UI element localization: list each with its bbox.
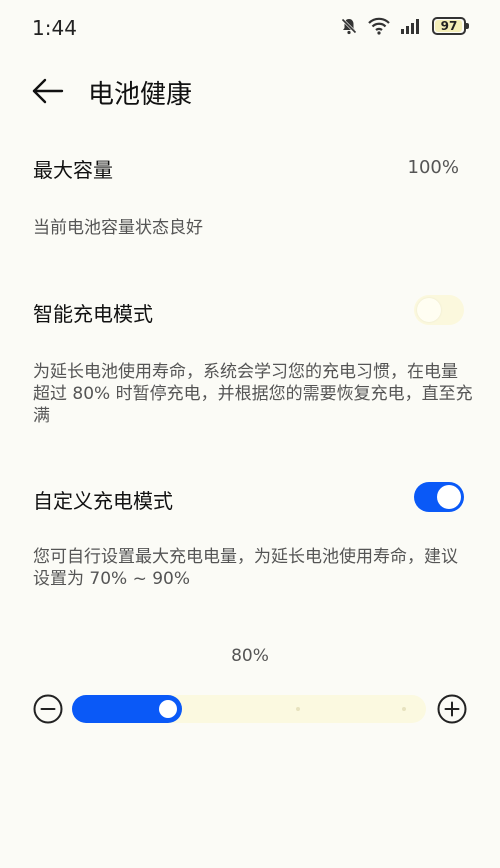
signal-icon (400, 18, 422, 34)
toggle-knob (437, 485, 461, 509)
increase-button[interactable] (436, 693, 468, 725)
custom-charging-toggle[interactable] (414, 482, 464, 512)
slider-step-dot (402, 707, 407, 711)
status-bar: 1:44 97 (0, 0, 500, 56)
status-time: 1:44 (32, 16, 77, 40)
capacity-title: 最大容量 (33, 158, 113, 182)
smart-charging-description: 为延长电池使用寿命，系统会学习您的充电习惯，在电量超过 80% 时暂停充电，并根… (33, 362, 473, 426)
toggle-knob (417, 298, 441, 322)
slider-thumb[interactable] (158, 700, 177, 718)
wifi-icon (368, 17, 390, 35)
decrease-button[interactable] (32, 693, 64, 725)
status-icons: 97 (340, 17, 469, 35)
plus-circle-icon (437, 694, 467, 724)
arrow-left-icon (32, 78, 64, 104)
page-title: 电池健康 (88, 80, 193, 110)
back-button[interactable] (28, 76, 68, 106)
battery-icon: 97 (432, 17, 469, 35)
capacity-description: 当前电池容量状态良好 (33, 218, 203, 238)
capacity-value: 100% (407, 157, 459, 178)
minus-circle-icon (33, 694, 63, 724)
charge-limit-value: 80% (231, 646, 269, 666)
battery-level: 97 (440, 19, 458, 33)
slider-step-dot (296, 707, 301, 711)
mute-bell-icon (340, 17, 358, 35)
header: 电池健康 (0, 64, 500, 120)
smart-charging-title: 智能充电模式 (33, 302, 153, 326)
charge-limit-slider[interactable] (72, 695, 426, 723)
custom-charging-title: 自定义充电模式 (33, 489, 173, 513)
custom-charging-description: 您可自行设置最大充电电量，为延长电池使用寿命，建议设置为 70% ~ 90% (33, 547, 458, 589)
smart-charging-toggle[interactable] (414, 295, 464, 325)
